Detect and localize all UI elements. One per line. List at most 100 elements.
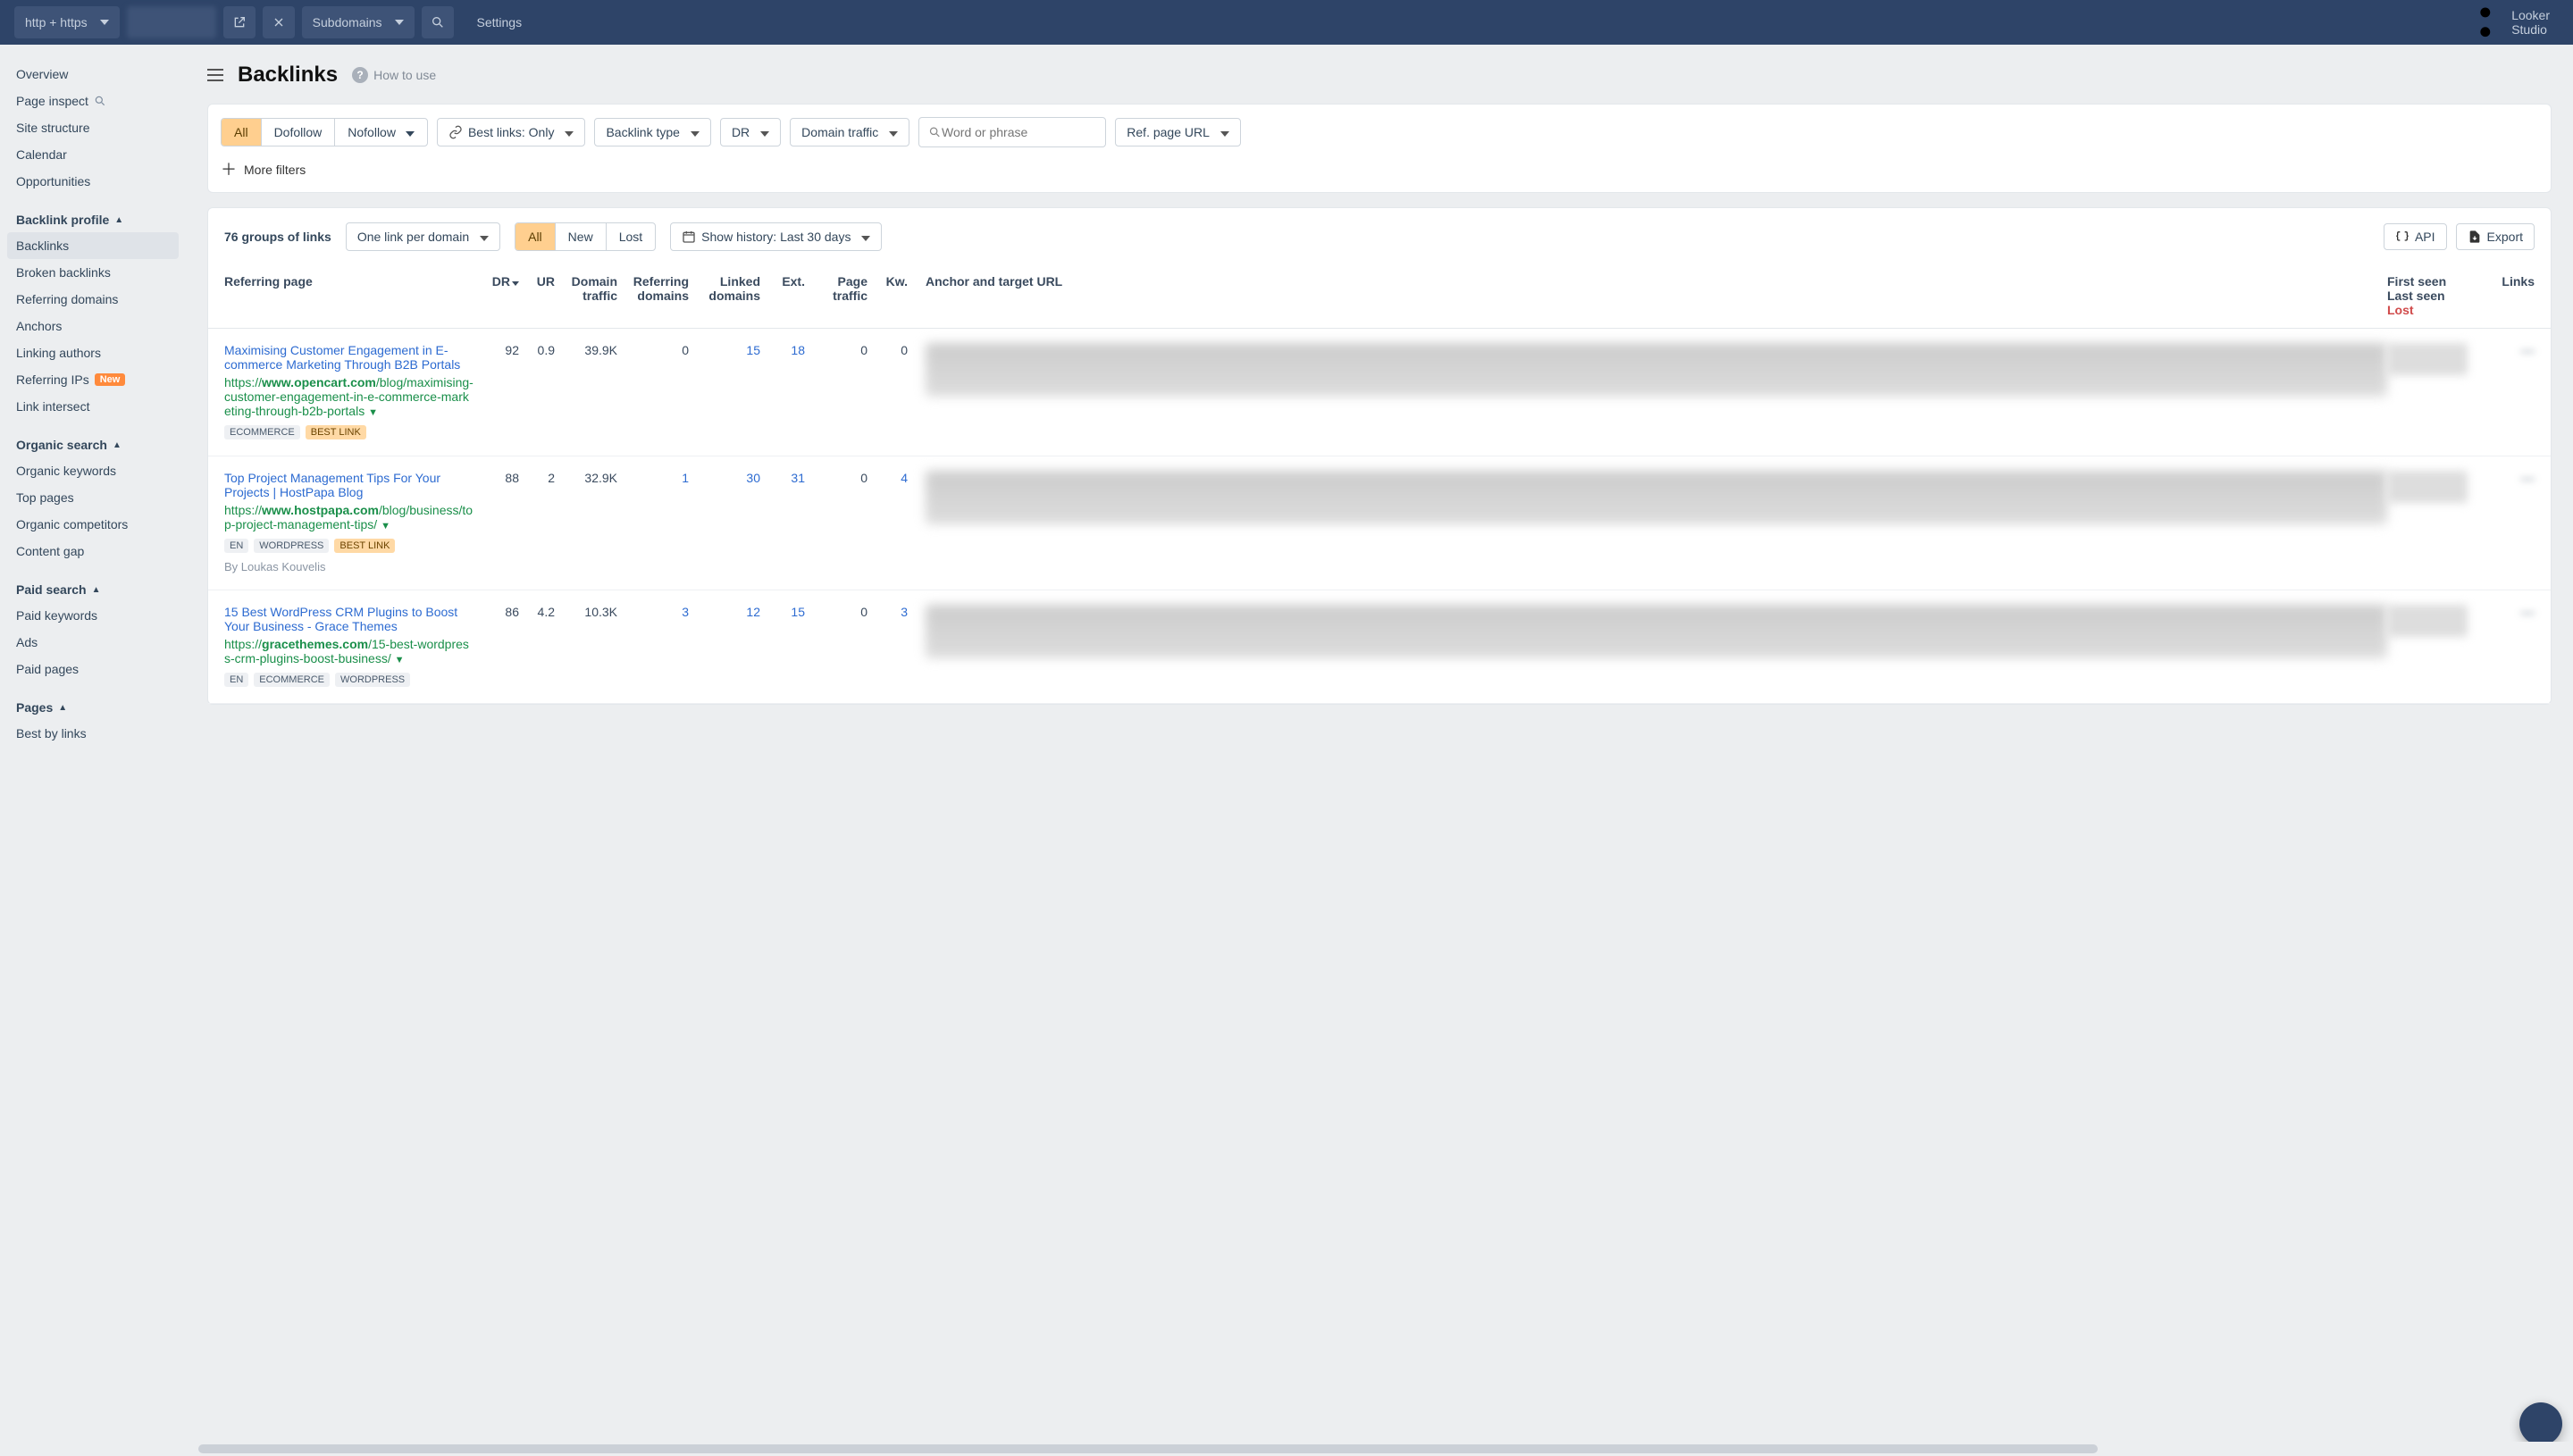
tag: WORDPRESS	[254, 539, 329, 553]
results-count: 76 groups of links	[224, 230, 331, 244]
looker-studio-link[interactable]: Looker Studio	[2457, 6, 2559, 38]
referring-page-title[interactable]: Maximising Customer Engagement in E-comm…	[224, 343, 474, 372]
cell-kw[interactable]: 4	[901, 471, 908, 485]
filter-ref-page-url[interactable]: Ref. page URL	[1115, 118, 1241, 146]
sidebar-section-organic-search[interactable]: Organic search▲	[0, 420, 186, 457]
search-input-wrapper	[918, 117, 1106, 147]
status-lost[interactable]: Lost	[607, 223, 655, 250]
sidebar-item-anchors[interactable]: Anchors	[0, 313, 186, 339]
col-linked-domains[interactable]: Linked domains	[689, 274, 760, 317]
sidebar-item-top-pages[interactable]: Top pages	[0, 484, 186, 511]
sidebar-item-broken-backlinks[interactable]: Broken backlinks	[0, 259, 186, 286]
cell-rd[interactable]: 3	[682, 605, 689, 619]
domain-input[interactable]	[127, 6, 216, 38]
cell-ext[interactable]: 18	[791, 343, 805, 357]
filter-all[interactable]: All	[222, 119, 262, 146]
sidebar-item-organic-keywords[interactable]: Organic keywords	[0, 457, 186, 484]
referring-page-url[interactable]: https://www.opencart.com/blog/maximising…	[224, 375, 474, 418]
tag: EN	[224, 673, 248, 687]
col-referring-domains[interactable]: Referring domains	[617, 274, 689, 317]
api-button[interactable]: API	[2384, 223, 2447, 250]
links-redacted: ––	[2485, 605, 2535, 619]
cell-dr: 92	[505, 343, 519, 357]
filters-panel: All Dofollow Nofollow Best links: Only B…	[207, 104, 2552, 193]
filter-dofollow[interactable]: Dofollow	[262, 119, 336, 146]
sidebar-section-paid-search[interactable]: Paid search▲	[0, 565, 186, 602]
one-link-per-domain[interactable]: One link per domain	[346, 222, 500, 251]
col-anchor[interactable]: Anchor and target URL	[908, 274, 2387, 317]
best-link-badge: BEST LINK	[334, 539, 395, 553]
col-links[interactable]: Links	[2485, 274, 2535, 317]
cell-ext[interactable]: 15	[791, 605, 805, 619]
sidebar-section-backlink-profile[interactable]: Backlink profile▲	[0, 195, 186, 232]
close-icon[interactable]	[263, 6, 295, 38]
cell-ld[interactable]: 15	[746, 343, 760, 357]
referring-page-url[interactable]: https://www.hostpapa.com/blog/business/t…	[224, 503, 474, 531]
sidebar-item-site-structure[interactable]: Site structure	[0, 114, 186, 141]
col-dates[interactable]: First seen Last seen Lost	[2387, 274, 2485, 317]
search-icon	[94, 95, 106, 107]
more-filters-button[interactable]: ＋More filters	[208, 153, 2551, 192]
sidebar-item-backlinks[interactable]: Backlinks	[7, 232, 179, 259]
horizontal-scrollbar[interactable]	[198, 1442, 2573, 1456]
sidebar-section-pages[interactable]: Pages▲	[0, 682, 186, 720]
open-external-icon[interactable]	[223, 6, 256, 38]
sidebar-item-page-inspect[interactable]: Page inspect	[0, 88, 186, 114]
cell-ext[interactable]: 31	[791, 471, 805, 485]
settings-link[interactable]: Settings	[461, 6, 532, 38]
sidebar-item-paid-pages[interactable]: Paid pages	[0, 656, 186, 682]
export-button[interactable]: Export	[2456, 223, 2535, 250]
cell-rd[interactable]: 1	[682, 471, 689, 485]
chat-fab[interactable]	[2519, 1402, 2562, 1445]
search-icon[interactable]	[422, 6, 454, 38]
sidebar-item-referring-domains[interactable]: Referring domains	[0, 286, 186, 313]
filter-domain-traffic[interactable]: Domain traffic	[790, 118, 909, 146]
cell-ld[interactable]: 30	[746, 471, 760, 485]
cell-ur: 2	[548, 471, 555, 485]
status-segment: All New Lost	[515, 222, 656, 251]
referring-page-title[interactable]: 15 Best WordPress CRM Plugins to Boost Y…	[224, 605, 474, 633]
dates-redacted	[2387, 605, 2468, 637]
col-kw[interactable]: Kw.	[867, 274, 908, 317]
results-panel: 76 groups of links One link per domain A…	[207, 207, 2552, 705]
filter-dr[interactable]: DR	[720, 118, 781, 146]
sidebar-item-organic-competitors[interactable]: Organic competitors	[0, 511, 186, 538]
sidebar-item-best-by-links[interactable]: Best by links	[0, 720, 186, 747]
sidebar-item-paid-keywords[interactable]: Paid keywords	[0, 602, 186, 629]
subdomains-dropdown[interactable]: Subdomains	[302, 6, 415, 38]
sidebar-item-referring-ips[interactable]: Referring IPsNew	[0, 366, 186, 393]
sidebar-item-ads[interactable]: Ads	[0, 629, 186, 656]
filter-nofollow[interactable]: Nofollow	[335, 119, 427, 146]
sidebar-item-calendar[interactable]: Calendar	[0, 141, 186, 168]
status-new[interactable]: New	[556, 223, 607, 250]
cell-kw[interactable]: 3	[901, 605, 908, 619]
sidebar-item-link-intersect[interactable]: Link intersect	[0, 393, 186, 420]
tag: ECOMMERCE	[254, 673, 330, 687]
sidebar-item-opportunities[interactable]: Opportunities	[0, 168, 186, 195]
menu-toggle-icon[interactable]	[207, 69, 223, 81]
referring-page-title[interactable]: Top Project Management Tips For Your Pro…	[224, 471, 474, 499]
col-dr[interactable]: DR	[474, 274, 519, 317]
status-all[interactable]: All	[515, 223, 556, 250]
referring-page-url[interactable]: https://gracethemes.com/15-best-wordpres…	[224, 637, 474, 665]
chevron-down-icon	[856, 230, 870, 244]
col-ur[interactable]: UR	[519, 274, 555, 317]
table-row: 15 Best WordPress CRM Plugins to Boost Y…	[208, 590, 2551, 704]
link-icon	[448, 125, 463, 139]
sidebar-item-overview[interactable]: Overview	[0, 61, 186, 88]
sidebar-item-content-gap[interactable]: Content gap	[0, 538, 186, 565]
search-input[interactable]	[942, 125, 1096, 139]
help-icon: ?	[352, 67, 368, 83]
sidebar-item-linking-authors[interactable]: Linking authors	[0, 339, 186, 366]
col-referring-page[interactable]: Referring page	[224, 274, 474, 317]
col-ext[interactable]: Ext.	[760, 274, 805, 317]
col-page-traffic[interactable]: Page traffic	[805, 274, 867, 317]
filter-backlink-type[interactable]: Backlink type	[594, 118, 710, 146]
show-history[interactable]: Show history: Last 30 days	[670, 222, 882, 251]
col-domain-traffic[interactable]: Domain traffic	[555, 274, 617, 317]
how-to-use-link[interactable]: ?How to use	[352, 67, 436, 83]
protocol-dropdown[interactable]: http + https	[14, 6, 120, 38]
tag: ECOMMERCE	[224, 425, 300, 439]
filter-best-links[interactable]: Best links: Only	[437, 118, 585, 146]
cell-ld[interactable]: 12	[746, 605, 760, 619]
